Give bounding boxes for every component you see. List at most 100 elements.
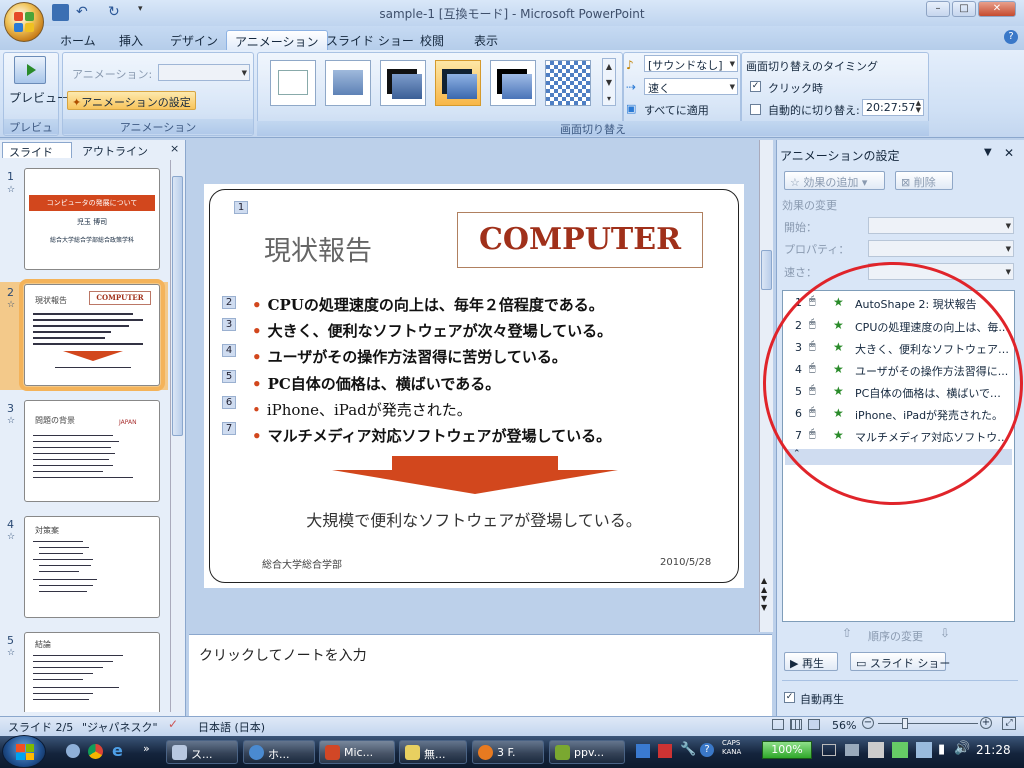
pane-menu-icon[interactable]: ▼	[984, 147, 992, 158]
zoom-in-icon[interactable]: +	[980, 717, 992, 729]
taskbar-item[interactable]: Mic...	[319, 740, 395, 764]
volume-icon[interactable]: 🔊	[954, 741, 970, 756]
sorter-view-icon[interactable]	[790, 719, 802, 730]
office-button[interactable]	[4, 2, 44, 42]
slide-thumb-5[interactable]: 結論	[24, 632, 160, 712]
tab-design[interactable]: デザイン	[162, 30, 226, 50]
transition-none[interactable]	[270, 60, 316, 106]
computer-logo[interactable]: COMPUTER	[457, 212, 703, 268]
show-desktop-icon[interactable]	[66, 744, 80, 758]
slide-thumb-3[interactable]: 問題の背景 JAPAN	[24, 400, 160, 502]
pane-close-icon[interactable]: ×	[170, 142, 179, 155]
bullet-text[interactable]: CPUの処理速度の向上は、毎年２倍程度である。	[252, 294, 604, 315]
auto-time-input[interactable]: 20:27:57 ▲ ▼	[862, 99, 924, 116]
gallery-scroll[interactable]: ▲ ▼ ▾	[602, 58, 616, 106]
taskbar-item[interactable]: ホ...	[243, 740, 315, 764]
normal-view-icon[interactable]	[772, 719, 784, 730]
tab-outline[interactable]: アウトライン	[76, 142, 156, 158]
tray-icon[interactable]	[822, 744, 836, 756]
transition-selected[interactable]	[435, 60, 481, 106]
animation-select[interactable]: ▼	[158, 64, 250, 81]
taskbar-item[interactable]: ス...	[166, 740, 238, 764]
bullet-text[interactable]: マルチメディア対応ソフトウェアが登場している。	[252, 425, 612, 446]
pane-close-icon[interactable]: ✕	[1004, 146, 1014, 160]
play-button[interactable]: ▶ 再生	[784, 652, 838, 671]
preview-button[interactable]: プレビュー	[9, 89, 69, 106]
anim-star-icon: ☆	[7, 416, 16, 426]
help-icon[interactable]: ?	[1004, 30, 1018, 44]
auto-after-checkbox[interactable]	[750, 104, 761, 115]
taskbar-item[interactable]: ppv...	[549, 740, 625, 764]
tray-icon[interactable]	[892, 742, 908, 758]
minimize-button[interactable]: –	[926, 1, 950, 17]
taskbar-item[interactable]: 無...	[399, 740, 467, 764]
taskbar-item[interactable]: 3 F.	[472, 740, 544, 764]
help-tray-icon[interactable]: ?	[700, 743, 714, 757]
conclusion-text[interactable]: 大規模で便利なソフトウェアが登場している。	[204, 507, 744, 531]
transition-checkerboard[interactable]	[545, 60, 591, 106]
tab-home[interactable]: ホーム	[52, 30, 104, 50]
spellcheck-icon[interactable]: ✓	[168, 717, 178, 731]
tray-icon[interactable]	[845, 744, 859, 756]
start-button[interactable]	[2, 735, 46, 768]
zoom-thumb[interactable]	[902, 718, 908, 729]
tab-slides[interactable]: スライド	[2, 142, 72, 159]
remove-button[interactable]: ⊠ 削除	[895, 171, 953, 190]
sound-select[interactable]: [サウンドなし] ▼	[644, 55, 738, 72]
add-effect-button[interactable]: ☆ 効果の追加 ▾	[784, 171, 885, 190]
start-select[interactable]: ▼	[868, 217, 1014, 234]
network-icon[interactable]	[916, 742, 932, 758]
tray-icon[interactable]	[868, 742, 884, 758]
transition-fade-black[interactable]	[380, 60, 426, 106]
thumbs-scrollbar[interactable]	[170, 160, 184, 712]
zoom-level[interactable]: 56%	[832, 719, 856, 732]
divider	[782, 680, 1018, 681]
slideshow-button[interactable]: ▭ スライド ショー	[850, 652, 950, 671]
tab-insert[interactable]: 挿入	[111, 30, 151, 50]
move-down-icon[interactable]: ⇩	[940, 626, 950, 640]
ie-icon[interactable]: e	[112, 741, 123, 760]
fit-window-icon[interactable]: ⤢	[1002, 717, 1016, 730]
battery-icon[interactable]: ▮	[938, 742, 945, 757]
maximize-button[interactable]: □	[952, 1, 976, 17]
apply-all-button[interactable]: すべてに適用	[644, 102, 709, 118]
slideshow-view-icon[interactable]	[808, 719, 820, 730]
clock[interactable]: 21:28	[976, 743, 1011, 757]
autopreview-checkbox[interactable]: ✓	[784, 692, 795, 703]
tools-icon[interactable]: 🔧	[680, 742, 696, 757]
tray-app-icon[interactable]	[658, 744, 672, 758]
transition-dissolve[interactable]	[490, 60, 536, 106]
on-click-checkbox[interactable]: ✓	[750, 81, 761, 92]
transition-fade[interactable]	[325, 60, 371, 106]
tab-view[interactable]: 表示	[466, 30, 506, 50]
tab-animation[interactable]: アニメーション	[226, 30, 328, 50]
tab-review[interactable]: 校閲	[412, 30, 452, 50]
slide-title[interactable]: 現状報告	[264, 229, 372, 268]
preview-icon[interactable]	[14, 56, 46, 84]
slide-thumb-1[interactable]: コンピュータの発展について 児玉 博司 総合大学総合学部総合政策学科	[24, 168, 160, 270]
bullet-text[interactable]: 大きく、便利なソフトウェアが次々登場している。	[252, 320, 613, 341]
notes-pane[interactable]: クリックしてノートを入力	[189, 634, 772, 716]
prev-next-slide-icon[interactable]: ▲ ▲ ▼ ▼	[761, 576, 767, 612]
more-quicklaunch-icon[interactable]: »	[143, 742, 150, 755]
bullet-text[interactable]: ユーザがその操作方法習得に苦労している。	[252, 346, 567, 367]
move-up-icon[interactable]: ⇧	[842, 626, 852, 640]
slide-thumb-2[interactable]: 現状報告 COMPUTER	[19, 279, 165, 391]
thumb-number: 3	[7, 402, 14, 415]
down-arrow-shape[interactable]	[332, 456, 618, 494]
bullet-text[interactable]: iPhone、iPadが発売された。	[252, 399, 472, 420]
animation-settings-button[interactable]: ✦アニメーションの設定	[67, 91, 196, 110]
property-select[interactable]: ▼	[868, 240, 1014, 257]
zoom-slider[interactable]	[878, 723, 978, 724]
speed-select[interactable]: 速く ▼	[644, 78, 738, 95]
battery-indicator[interactable]: 100%	[762, 741, 812, 759]
property-label: プロパティ：	[784, 243, 850, 256]
close-button[interactable]: ✕	[978, 1, 1016, 17]
tab-slideshow[interactable]: スライド ショー	[318, 30, 422, 50]
ime-status: CAPS KANA	[722, 739, 742, 756]
chrome-icon[interactable]	[88, 744, 103, 759]
tray-app-icon[interactable]	[636, 744, 650, 758]
zoom-out-icon[interactable]: −	[862, 717, 874, 729]
bullet-text[interactable]: PC自体の価格は、横ばいである。	[252, 373, 501, 394]
slide-thumb-4[interactable]: 対策案	[24, 516, 160, 618]
